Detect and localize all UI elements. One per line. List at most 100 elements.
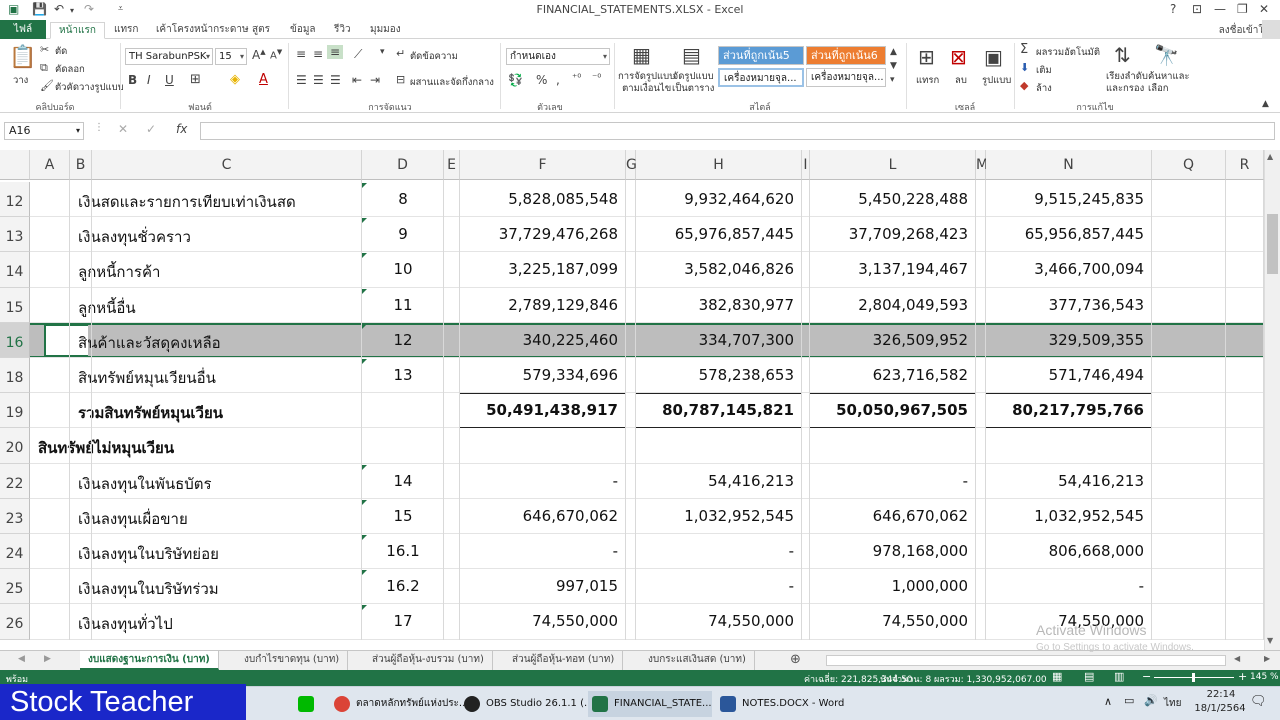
insert-cells-button[interactable]: แทรก [916, 73, 939, 88]
increase-indent-icon[interactable]: ⇥ [370, 73, 380, 87]
note-number[interactable]: 15 [362, 507, 444, 525]
amount-cell-n[interactable]: 377,736,543 [986, 296, 1152, 314]
amount-cell-n[interactable]: 1,032,952,545 [986, 507, 1152, 525]
align-top-icon[interactable]: ≡ [296, 47, 306, 61]
percent-icon[interactable]: % [536, 73, 547, 87]
spreadsheet-grid[interactable]: A B C D E F G H I L M N Q R 12 เงินสดและรายการเทียบเท่า… [0, 150, 1264, 640]
amount-cell-h[interactable]: 65,976,857,445 [636, 225, 802, 243]
note-number[interactable]: 16.2 [362, 577, 444, 595]
select-all-corner[interactable] [0, 150, 30, 180]
cell-style-comma-0[interactable]: เครื่องหมายจุล... [806, 68, 886, 87]
orientation-icon[interactable]: ⟋ [354, 47, 362, 62]
amount-cell-n[interactable]: - [986, 577, 1152, 595]
amount-cell-f[interactable]: 50,491,438,917 [460, 401, 626, 419]
normal-view-icon[interactable]: ▦ [1052, 670, 1062, 683]
amount-cell-n[interactable]: 329,509,355 [986, 331, 1152, 349]
sheet-tab-cash-flow[interactable]: งบกระแสเงินสด (บาท) [640, 651, 755, 670]
amount-cell-l[interactable]: 326,509,952 [810, 331, 976, 349]
fill-button[interactable]: เติม [1036, 63, 1052, 78]
amount-cell-n[interactable]: 9,515,245,835 [986, 190, 1152, 208]
sheet-tab-income-statement[interactable]: งบกำไรขาดทุน (บาท) [236, 651, 349, 670]
close-icon[interactable]: ✕ [1259, 2, 1269, 16]
cell-style-accent6[interactable]: ส่วนที่ถูกเน้น6 [806, 46, 886, 65]
note-number[interactable]: 16.1 [362, 542, 444, 560]
tab-view[interactable]: มุมมอง [362, 22, 409, 39]
find-select-button[interactable]: ค้นหาและ เลือก [1148, 71, 1190, 95]
conditional-format-button[interactable]: การจัดรูปแบบ ตามเงื่อนไข [618, 71, 675, 95]
tray-overflow-icon[interactable]: ∧ [1104, 695, 1112, 708]
align-middle-icon[interactable]: ≡ [313, 47, 323, 61]
conditional-format-icon[interactable]: ▦ [632, 43, 651, 67]
row-header-15[interactable]: 15 [0, 287, 30, 323]
paste-icon[interactable]: 📋 [9, 45, 36, 70]
amount-cell-h[interactable]: 334,707,300 [636, 331, 802, 349]
tab-insert[interactable]: แทรก [106, 22, 146, 39]
minimize-icon[interactable]: — [1214, 2, 1226, 16]
insert-function-icon[interactable]: fx [176, 122, 187, 136]
column-header-d[interactable]: D [362, 150, 444, 180]
amount-cell-l[interactable]: 37,709,268,423 [810, 225, 976, 243]
network-icon[interactable]: ▭ [1124, 694, 1134, 707]
borders-icon[interactable]: ⊞ [190, 72, 201, 87]
amount-cell-n[interactable]: 806,668,000 [986, 542, 1152, 560]
amount-cell-f[interactable]: - [460, 542, 626, 560]
column-header-l[interactable]: L [810, 150, 976, 180]
delete-cells-button[interactable]: ลบ [955, 73, 967, 88]
format-painter-icon[interactable]: 🖌 [40, 79, 54, 92]
vertical-scrollbar[interactable]: ▲ ▼ [1264, 150, 1280, 650]
clear-button[interactable]: ล้าง [1036, 81, 1052, 96]
tab-data[interactable]: ข้อมูล [282, 22, 324, 39]
row-label[interactable]: เงินลงทุนในบริษัทย่อย [78, 542, 219, 566]
collapse-ribbon-icon[interactable]: ▲ [1262, 99, 1269, 109]
wrap-text-button[interactable]: ตัดข้อความ [410, 49, 458, 64]
taskbar-obs[interactable]: OBS Studio 26.1.1 (... [460, 691, 594, 717]
cell-style-accent5[interactable]: ส่วนที่ถูกเน้น5 [718, 46, 804, 65]
merge-center-icon[interactable]: ⊟ [396, 73, 405, 86]
row-label[interactable]: เงินลงทุนชั่วคราว [78, 225, 191, 249]
column-header-c[interactable]: C [92, 150, 362, 180]
note-number[interactable]: 14 [362, 472, 444, 490]
amount-cell-l[interactable]: 646,670,062 [810, 507, 976, 525]
amount-cell-f[interactable]: 579,334,696 [460, 366, 626, 384]
amount-cell-h[interactable]: 382,830,977 [636, 296, 802, 314]
column-header-a[interactable]: A [30, 150, 70, 180]
amount-cell-f[interactable]: 646,670,062 [460, 507, 626, 525]
amount-cell-l[interactable]: 3,137,194,467 [810, 260, 976, 278]
tab-home[interactable]: หน้าแรก [50, 22, 105, 39]
tab-page-layout[interactable]: เค้าโครงหน้ากระดาษ [148, 22, 257, 39]
row-header-23[interactable]: 23 [0, 498, 30, 534]
paste-button[interactable]: วาง [13, 73, 28, 88]
row-header-18[interactable]: 18 [0, 358, 30, 394]
cut-button[interactable]: ตัด [55, 44, 67, 59]
clear-icon[interactable]: ◆ [1020, 79, 1028, 92]
row-label[interactable]: เงินสดและรายการเทียบเท่าเงินสด [78, 190, 296, 214]
align-bottom-icon[interactable]: ≡ [327, 45, 344, 59]
formula-input[interactable] [200, 122, 1275, 140]
vertical-scroll-thumb[interactable] [1267, 214, 1278, 274]
note-number[interactable]: 8 [362, 190, 444, 208]
row-label[interactable]: เงินลงทุนในบริษัทร่วม [78, 577, 219, 601]
amount-cell-n[interactable]: 571,746,494 [986, 366, 1152, 384]
horizontal-scrollbar[interactable] [826, 655, 1226, 666]
sort-filter-icon[interactable]: ⇅ [1114, 43, 1131, 67]
amount-cell-h[interactable]: 80,787,145,821 [636, 401, 802, 419]
amount-cell-n[interactable]: 80,217,795,766 [986, 401, 1152, 419]
amount-cell-f[interactable]: 997,015 [460, 577, 626, 595]
amount-cell-h[interactable]: 578,238,653 [636, 366, 802, 384]
column-header-f[interactable]: F [460, 150, 626, 180]
format-cells-button[interactable]: รูปแบบ [982, 73, 1011, 88]
sort-filter-button[interactable]: เรียงลำดับ และกรอง [1106, 71, 1148, 95]
note-number[interactable]: 17 [362, 612, 444, 630]
amount-cell-n[interactable]: 65,956,857,445 [986, 225, 1152, 243]
format-as-table-icon[interactable]: ▤ [682, 43, 701, 67]
notifications-icon[interactable]: 🗨 [1250, 694, 1267, 709]
name-box[interactable]: A16 ▾ [4, 122, 84, 140]
accounting-format-icon[interactable]: 💱 [508, 73, 523, 87]
amount-cell-h[interactable]: - [636, 577, 802, 595]
clock-time[interactable]: 22:14 [1196, 689, 1246, 700]
input-language[interactable]: ไทย [1164, 696, 1181, 711]
note-number[interactable]: 9 [362, 225, 444, 243]
styles-scroll-icon[interactable]: ▲ ▼ ▾ [890, 45, 897, 87]
clock-date[interactable]: 18/1/2564 [1190, 703, 1250, 714]
help-button[interactable]: ? [1170, 2, 1176, 16]
